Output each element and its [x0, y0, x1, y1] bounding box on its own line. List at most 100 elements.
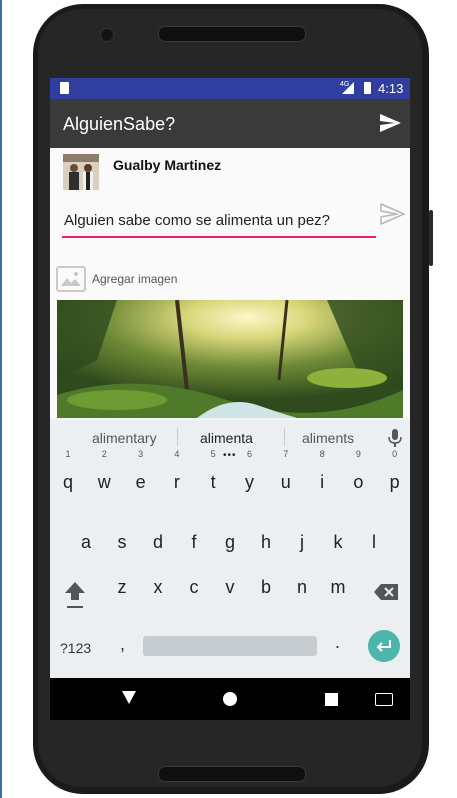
shift-icon[interactable]: [62, 576, 88, 616]
key-k[interactable]: k: [322, 520, 354, 564]
suggestion-divider: [284, 428, 285, 446]
key-label: b: [260, 577, 271, 597]
comma-key[interactable]: ,: [120, 634, 125, 655]
battery-icon: [364, 82, 371, 94]
status-time: 4:13: [378, 81, 404, 96]
key-label: h: [260, 532, 271, 552]
key-z[interactable]: z: [106, 565, 138, 609]
device-screen: 4G 4:13 AlguienSabe? Gualby Martinez Alg…: [50, 78, 410, 720]
key-x[interactable]: x: [142, 565, 174, 609]
key-c[interactable]: c: [178, 565, 210, 609]
key-label: n: [296, 577, 307, 597]
key-hint: 1: [65, 449, 71, 459]
question-input[interactable]: [62, 211, 376, 238]
key-hint: 2: [101, 449, 107, 459]
key-label: a: [80, 532, 91, 552]
key-d[interactable]: d: [142, 520, 174, 564]
key-hint: 4: [174, 449, 180, 459]
key-label: m: [330, 577, 346, 597]
key-label: v: [225, 577, 235, 597]
key-label: i: [320, 472, 325, 492]
key-a[interactable]: a: [70, 520, 102, 564]
window-edge: [0, 0, 2, 798]
key-label: o: [353, 472, 364, 492]
key-t[interactable]: 5t: [197, 449, 229, 504]
top-speaker: [158, 26, 306, 42]
soft-keyboard: alimentary alimenta aliments ••• ?123 ,: [50, 420, 410, 678]
keyboard-switch-icon[interactable]: [375, 693, 393, 706]
status-bar: 4G 4:13: [50, 78, 410, 99]
key-label: y: [245, 472, 254, 492]
key-hint: 7: [283, 449, 289, 459]
key-label: u: [280, 472, 291, 492]
add-image-link[interactable]: Agregar imagen: [92, 272, 177, 286]
enter-key[interactable]: [368, 630, 400, 662]
key-label: q: [62, 472, 73, 492]
key-label: g: [224, 532, 235, 552]
key-label: t: [210, 472, 216, 492]
key-n[interactable]: n: [286, 565, 318, 609]
key-label: k: [333, 532, 343, 552]
app-bar: AlguienSabe?: [50, 99, 410, 148]
key-g[interactable]: g: [214, 520, 246, 564]
key-label: l: [372, 532, 376, 552]
key-v[interactable]: v: [214, 565, 246, 609]
key-f[interactable]: f: [178, 520, 210, 564]
key-q[interactable]: 1q: [52, 449, 84, 504]
send-question-icon[interactable]: [378, 200, 406, 228]
key-i[interactable]: 8i: [306, 449, 338, 504]
key-hint: 5: [210, 449, 216, 459]
suggestion-1[interactable]: alimentary: [92, 430, 157, 446]
key-r[interactable]: 4r: [161, 449, 193, 504]
front-camera: [100, 28, 114, 42]
suggestion-2[interactable]: alimenta: [200, 430, 253, 446]
key-hint: 0: [392, 449, 398, 459]
key-label: x: [153, 577, 163, 597]
navigation-bar: [50, 678, 410, 720]
image-icon[interactable]: [56, 266, 86, 292]
key-o[interactable]: 9o: [342, 449, 374, 504]
key-label: w: [97, 472, 111, 492]
key-j[interactable]: j: [286, 520, 318, 564]
key-u[interactable]: 7u: [270, 449, 302, 504]
enter-icon: [376, 640, 391, 652]
back-icon[interactable]: [122, 691, 136, 704]
key-m[interactable]: m: [322, 565, 354, 609]
key-p[interactable]: 0p: [379, 449, 410, 504]
key-label: j: [300, 532, 304, 552]
user-name: Gualby Martinez: [113, 157, 222, 173]
post-form: Gualby Martinez Agregar imagen: [50, 148, 410, 418]
power-button: [429, 210, 433, 266]
forest-photo: [57, 300, 403, 418]
backspace-icon[interactable]: [372, 580, 400, 604]
avatar-photo: [63, 154, 99, 190]
send-icon[interactable]: [378, 111, 402, 135]
network-type: 4G: [340, 81, 350, 88]
app-title: AlguienSabe?: [63, 114, 176, 134]
suggestion-3[interactable]: aliments: [302, 430, 354, 446]
key-hint: 9: [355, 449, 361, 459]
key-label: p: [389, 472, 400, 492]
key-e[interactable]: 3e: [125, 449, 157, 504]
recents-icon[interactable]: [325, 693, 338, 706]
key-b[interactable]: b: [250, 565, 282, 609]
key-label: z: [117, 577, 127, 597]
key-label: s: [117, 532, 127, 552]
key-label: r: [173, 472, 180, 492]
sim-icon: [60, 82, 69, 94]
symbols-key[interactable]: ?123: [60, 640, 91, 656]
key-hint: 6: [246, 449, 252, 459]
period-key[interactable]: .: [335, 632, 340, 653]
space-bar[interactable]: [143, 636, 317, 656]
key-y[interactable]: 6y: [234, 449, 266, 504]
key-label: d: [152, 532, 163, 552]
key-h[interactable]: h: [250, 520, 282, 564]
key-s[interactable]: s: [106, 520, 138, 564]
key-label: e: [135, 472, 146, 492]
key-label: c: [189, 577, 199, 597]
microphone-icon[interactable]: [388, 429, 402, 447]
key-l[interactable]: l: [358, 520, 390, 564]
home-icon[interactable]: [223, 692, 237, 706]
suggestion-divider: [177, 428, 178, 446]
key-w[interactable]: 2w: [88, 449, 120, 504]
